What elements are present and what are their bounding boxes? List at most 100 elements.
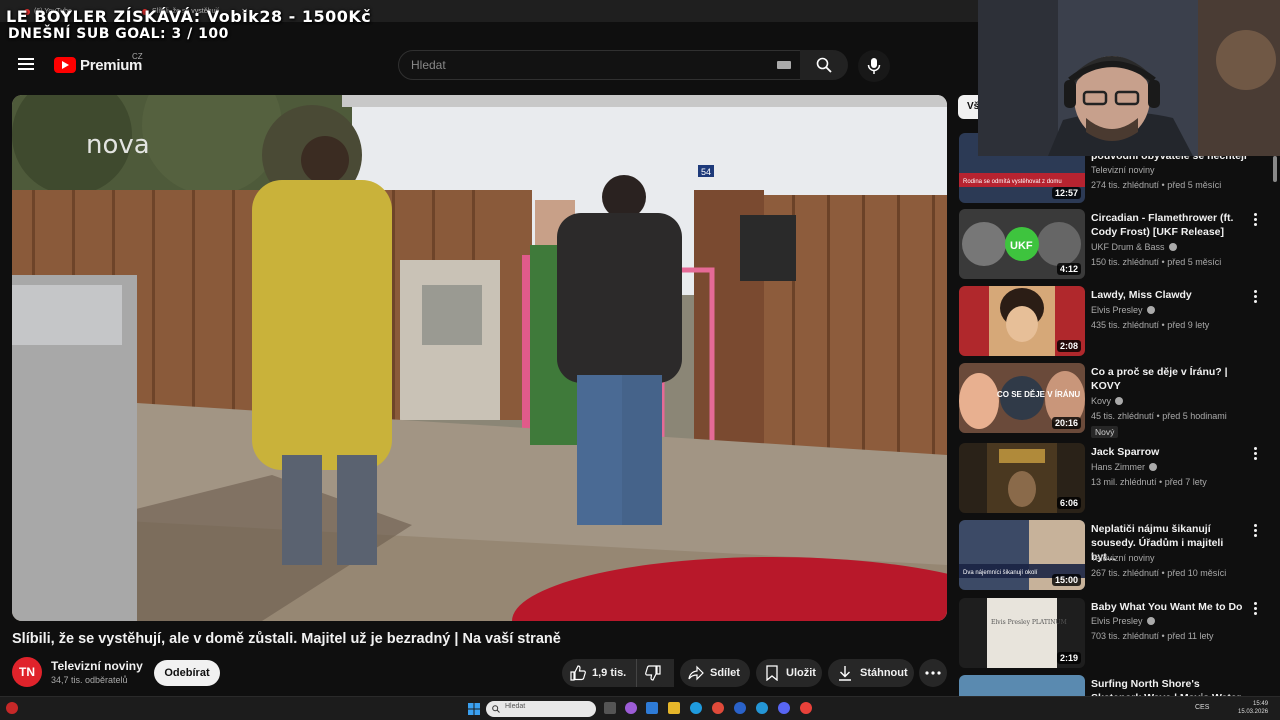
taskbar-clock[interactable]: 15:49 15.03.2026 (1238, 700, 1268, 716)
clock-date: 15.03.2026 (1238, 709, 1269, 715)
dislike-button[interactable] (636, 659, 670, 687)
list-item[interactable]: CO SE DĚJE V ÍRÁNU 20:16 Co a proč se dě… (959, 363, 1279, 438)
youtube-masthead: Premium CZ (0, 40, 980, 90)
rec-meta: 45 tis. zhlédnutí • před 5 hodinami (1091, 411, 1227, 421)
video-thumbnail[interactable]: 2:08 (959, 286, 1085, 356)
more-vertical-icon[interactable] (1252, 290, 1258, 304)
search-icon (492, 705, 500, 713)
rec-channel[interactable]: Televizní noviny (1091, 553, 1155, 563)
rec-title[interactable]: Lawdy, Miss Clawdy (1091, 288, 1249, 302)
rec-channel[interactable]: Televizní noviny (1091, 165, 1155, 175)
duration-badge: 15:00 (1051, 574, 1081, 586)
edge-icon[interactable] (690, 702, 702, 714)
discord-icon[interactable] (778, 702, 790, 714)
video-thumbnail[interactable]: CO SE DĚJE V ÍRÁNU 20:16 (959, 363, 1085, 433)
channel-watermark: nova (86, 130, 150, 160)
chrome-icon[interactable] (712, 702, 724, 714)
obs-icon[interactable] (800, 702, 812, 714)
more-vertical-icon[interactable] (1252, 602, 1258, 616)
video-thumbnail[interactable] (959, 675, 1085, 696)
video-thumbnail[interactable]: 6:06 (959, 443, 1085, 513)
more-vertical-icon[interactable] (1252, 213, 1258, 227)
rec-title[interactable]: Jack Sparrow (1091, 445, 1249, 459)
channel-name[interactable]: Televizní noviny (51, 659, 143, 673)
rec-channel-name: Kovy (1091, 396, 1112, 406)
channel-avatar[interactable]: TN (12, 657, 42, 687)
download-icon (839, 666, 851, 681)
duration-badge: 20:16 (1051, 417, 1081, 429)
save-button[interactable]: Uložit (756, 659, 822, 687)
list-item[interactable]: Surfing North Shore's Skatepark Wave | M… (959, 675, 1279, 696)
verified-icon (1149, 463, 1158, 471)
more-vertical-icon[interactable] (1252, 524, 1258, 538)
subscribe-button[interactable]: Odebírat (154, 660, 220, 686)
search-icon (816, 57, 832, 73)
rec-channel[interactable]: Kovy (1091, 396, 1124, 406)
keyboard-icon[interactable] (777, 61, 791, 69)
download-label: Stáhnout (860, 667, 908, 679)
widgets-icon[interactable] (625, 702, 637, 714)
search-input[interactable] (411, 51, 771, 79)
video-thumbnail[interactable]: UKF 4:12 (959, 209, 1085, 279)
verified-icon (1146, 306, 1155, 314)
file-explorer-icon[interactable] (668, 702, 680, 714)
rec-meta: 703 tis. zhlédnutí • před 11 lety (1091, 631, 1214, 641)
search-box (398, 50, 806, 80)
thumbnail-caption: CO SE DĚJE V ÍRÁNU (997, 390, 1080, 399)
rec-channel[interactable]: Elvis Presley (1091, 305, 1155, 315)
duration-badge: 2:08 (1056, 340, 1081, 352)
list-item[interactable]: 2:08 Lawdy, Miss Clawdy Elvis Presley 43… (959, 286, 1279, 360)
rec-title[interactable]: Baby What You Want Me to Do (1091, 600, 1249, 614)
bookmark-icon (766, 665, 778, 681)
voice-search-button[interactable] (858, 50, 890, 82)
share-button[interactable]: Sdílet (680, 659, 750, 687)
webcam-feed (978, 0, 1280, 156)
search-button[interactable] (800, 50, 848, 80)
rec-meta: 150 tis. zhlédnutí • před 5 měsíci (1091, 257, 1222, 267)
video-player[interactable]: 54 nova (12, 95, 947, 621)
app-icon[interactable] (734, 702, 746, 714)
notification-icon[interactable] (6, 702, 18, 714)
more-actions-button[interactable] (919, 659, 947, 687)
save-label: Uložit (786, 667, 816, 679)
rec-channel-name: Elvis Presley (1091, 305, 1143, 315)
taskbar-search[interactable]: Hledat (486, 701, 596, 717)
list-item[interactable]: 6:06 Jack Sparrow Hans Zimmer 13 mil. zh… (959, 443, 1279, 517)
duration-badge: 6:06 (1056, 497, 1081, 509)
list-item[interactable]: Dva nájemníci šikanují okolí 15:00 Nepla… (959, 520, 1279, 594)
duration-badge: 2:19 (1056, 652, 1081, 664)
verified-icon (1115, 397, 1124, 405)
rec-channel[interactable]: UKF Drum & Bass (1091, 242, 1177, 252)
rec-channel-name: Hans Zimmer (1091, 462, 1146, 472)
list-item[interactable]: Elvis Presley PLATINUM 2:19 Baby What Yo… (959, 598, 1279, 672)
channel-owner-row: TN Televizní noviny 34,7 tis. odběratelů… (12, 657, 552, 689)
input-language[interactable]: CES (1195, 704, 1209, 711)
mail-icon[interactable] (646, 702, 658, 714)
house-number: 54 (701, 167, 711, 177)
rec-meta: 274 tis. zhlédnutí • před 5 měsíci (1091, 180, 1222, 190)
steam-icon[interactable] (756, 702, 768, 714)
youtube-logo[interactable]: Premium (54, 54, 142, 76)
rec-title[interactable]: Co a proč se děje v Íránu? | KOVY (1091, 365, 1249, 393)
taskbar-search-placeholder: Hledat (505, 703, 526, 710)
rec-title[interactable]: Circadian - Flamethrower (ft. Cody Frost… (1091, 211, 1249, 239)
windows-start-icon[interactable] (468, 702, 480, 715)
download-button[interactable]: Stáhnout (828, 659, 914, 687)
list-item[interactable]: UKF 4:12 Circadian - Flamethrower (ft. C… (959, 209, 1279, 283)
duration-badge: 12:57 (1051, 187, 1081, 199)
sidebar-scrollbar[interactable] (1273, 156, 1277, 182)
subscriber-count: 34,7 tis. odběratelů (51, 675, 128, 685)
rec-channel[interactable]: Elvis Presley (1091, 616, 1155, 626)
more-vertical-icon[interactable] (1252, 447, 1258, 461)
thumbnail-caption: Rodina se odmítá vystěhovat z domu (963, 179, 1062, 185)
video-thumbnail[interactable]: Elvis Presley PLATINUM 2:19 (959, 598, 1085, 668)
hamburger-menu-icon[interactable] (18, 56, 36, 72)
video-thumbnail[interactable]: Dva nájemníci šikanují okolí 15:00 (959, 520, 1085, 590)
task-view-icon[interactable] (604, 702, 616, 714)
rec-channel-name: Elvis Presley (1091, 616, 1143, 626)
windows-taskbar: Hledat CES 15:49 15.03.2026 (0, 696, 1280, 720)
thumbnail-image (959, 675, 1085, 696)
rec-title[interactable]: Surfing North Shore's Skatepark Wave | M… (1091, 677, 1249, 696)
rec-channel[interactable]: Hans Zimmer (1091, 462, 1158, 472)
verified-icon (1146, 617, 1155, 625)
